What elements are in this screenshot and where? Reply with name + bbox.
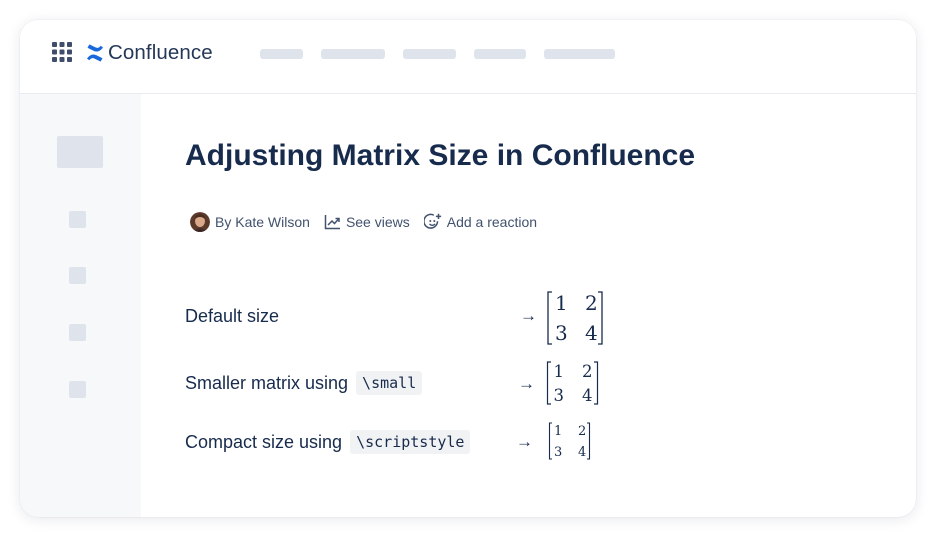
top-navigation: Confluence	[20, 20, 916, 94]
author[interactable]: By Kate Wilson	[190, 212, 310, 232]
see-views-label: See views	[345, 214, 410, 230]
nav-placeholder-2[interactable]	[321, 49, 385, 59]
sidebar-header-placeholder[interactable]	[57, 136, 103, 168]
matrix-cell: 3	[554, 445, 562, 460]
add-reaction-label: Add a reaction	[446, 214, 538, 230]
see-views-link[interactable]: See views	[324, 214, 410, 230]
arrow-icon: →	[516, 432, 533, 451]
matrix-cell: 2	[578, 424, 586, 439]
row-label-text: Default size	[185, 306, 280, 326]
matrix-cell: 4	[582, 386, 593, 405]
matrix-scriptstyle: 1 2 3 4	[548, 421, 594, 461]
sidebar	[20, 94, 141, 517]
row-label-text: Smaller matrix using	[185, 372, 349, 393]
matrix-cell: 3	[554, 386, 565, 405]
app-name: Confluence	[108, 41, 213, 64]
sidebar-item-placeholder[interactable]	[69, 324, 86, 341]
matrix-default: 1 2 3 4	[546, 290, 606, 346]
code-inline: \scriptstyle	[350, 430, 471, 454]
nav-placeholder-5[interactable]	[544, 49, 615, 59]
confluence-logo[interactable]: Confluence	[86, 41, 213, 64]
nav-placeholder-1[interactable]	[260, 49, 303, 59]
matrix-small: 1 2 3 4	[546, 360, 600, 406]
nav-placeholder-3[interactable]	[403, 49, 456, 59]
arrow-icon: →	[518, 374, 535, 393]
row-default-label: Default size	[185, 306, 279, 327]
nav-placeholder-4[interactable]	[474, 49, 526, 59]
byline: By Kate Wilson See views Add a reaction	[190, 211, 551, 233]
matrix-cell: 3	[555, 321, 568, 345]
matrix-cell: 4	[578, 445, 586, 460]
row-label-text: Compact size using	[185, 431, 343, 452]
code-inline: \small	[356, 371, 423, 395]
matrix-cell: 4	[585, 321, 598, 345]
apps-grid-icon[interactable]	[52, 42, 72, 62]
sidebar-item-placeholder[interactable]	[69, 211, 86, 228]
matrix-cell: 2	[582, 362, 593, 381]
page-content: Adjusting Matrix Size in Confluence By K…	[141, 94, 916, 517]
sidebar-item-placeholder[interactable]	[69, 267, 86, 284]
confluence-window: Confluence Adjusting Matrix Size in Conf…	[20, 20, 916, 517]
confluence-logo-icon	[87, 44, 103, 62]
avatar	[190, 212, 210, 232]
author-name: By Kate Wilson	[215, 214, 310, 230]
matrix-cell: 2	[585, 291, 598, 315]
matrix-cell: 1	[554, 424, 562, 439]
row-scriptstyle-label: Compact size using \scriptstyle	[185, 430, 471, 454]
add-reaction-button[interactable]: Add a reaction	[423, 213, 538, 231]
arrow-icon: →	[520, 306, 537, 325]
matrix-cell: 1	[554, 362, 565, 381]
add-reaction-icon	[423, 213, 441, 229]
matrix-cell: 1	[555, 291, 568, 315]
row-small-label: Smaller matrix using \small	[185, 371, 423, 395]
trend-chart-icon	[324, 215, 340, 230]
sidebar-item-placeholder[interactable]	[69, 381, 86, 398]
page-title: Adjusting Matrix Size in Confluence	[185, 139, 696, 172]
